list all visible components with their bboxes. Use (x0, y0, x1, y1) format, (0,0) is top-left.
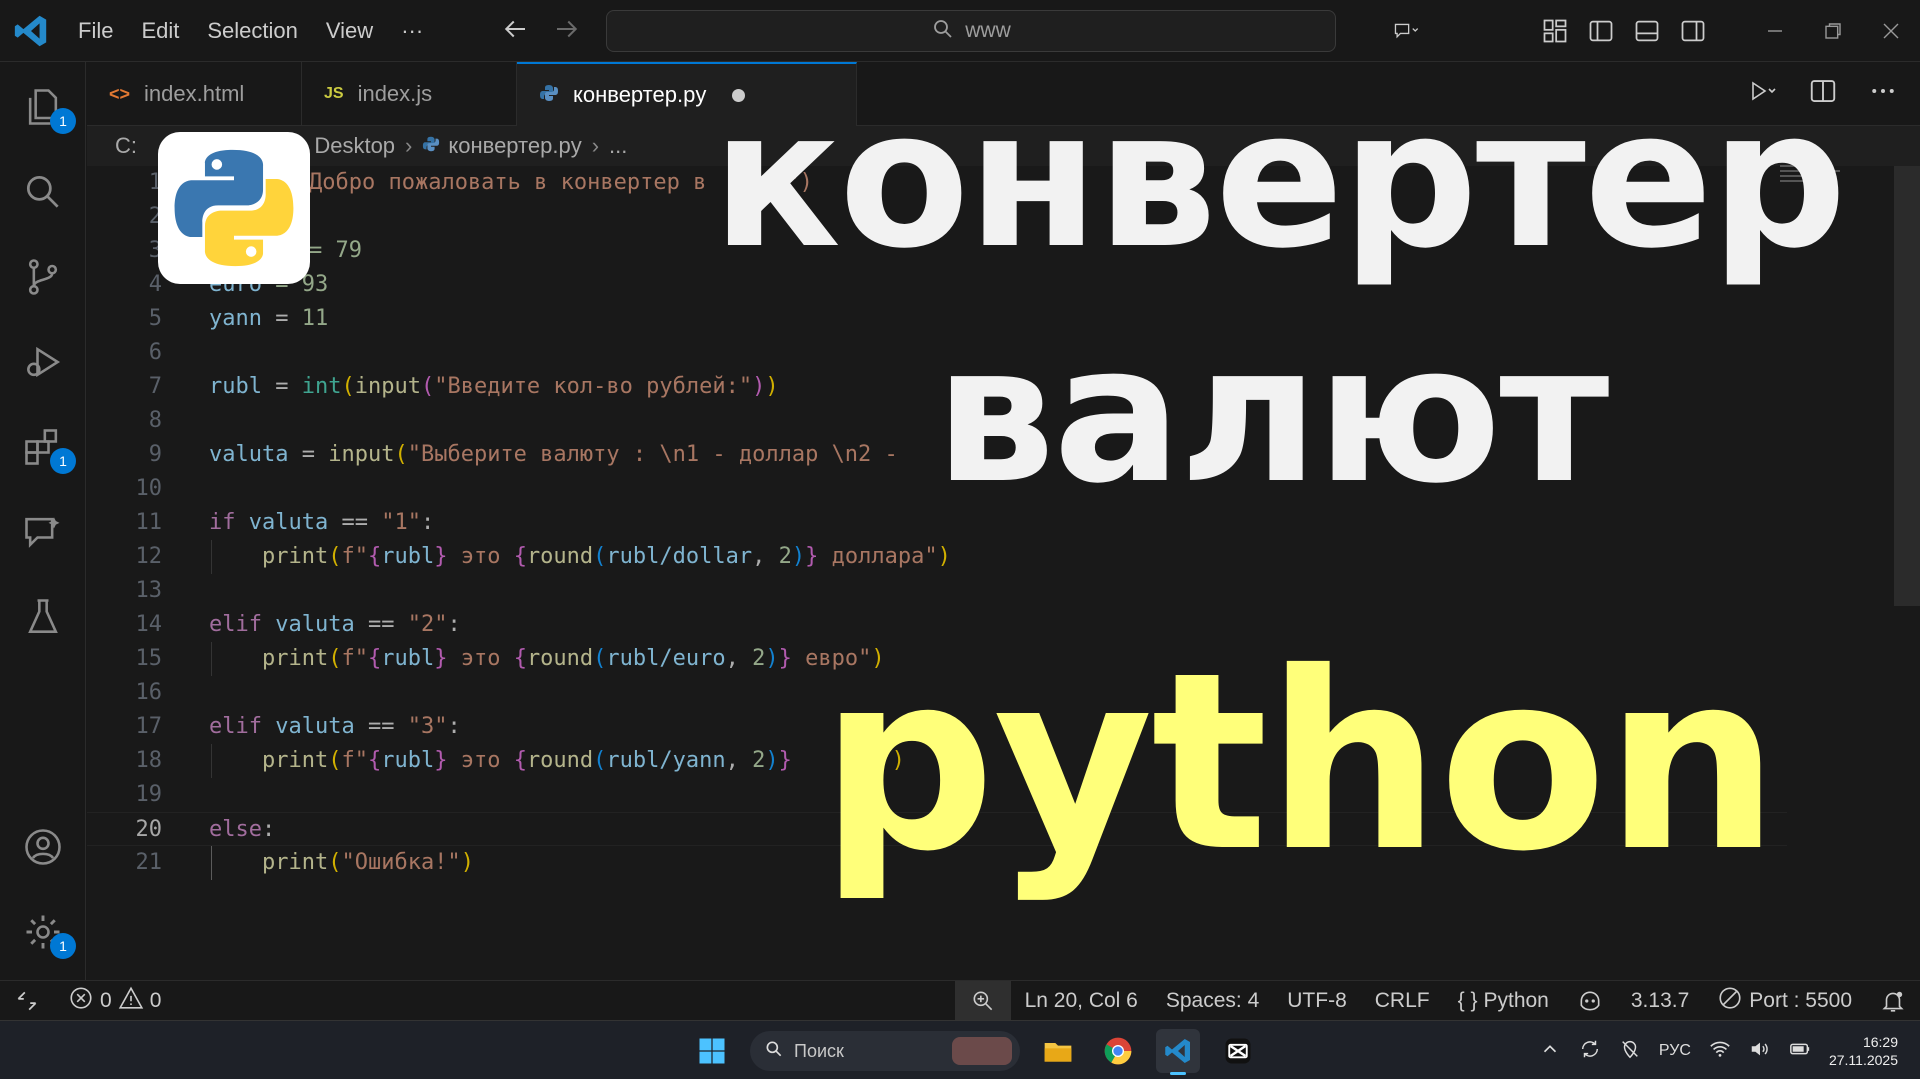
status-bar: 0 0 Ln 20, Col 6 Spaces: 4 UTF-8 CRLF { … (0, 980, 1920, 1021)
settings-badge: 1 (50, 933, 76, 959)
breadcrumb-symbol[interactable]: ... (609, 133, 627, 159)
tab-index-js[interactable]: JS index.js (302, 62, 517, 126)
customize-layout-icon[interactable] (1532, 8, 1578, 54)
extensions-icon[interactable]: 1 (18, 422, 76, 474)
clock-date: 27.11.2025 (1828, 1052, 1898, 1068)
code-line: 13 (135, 578, 163, 603)
search-view-icon[interactable] (18, 167, 68, 217)
accounts-icon[interactable] (18, 822, 68, 872)
search-text: www (965, 19, 1011, 42)
breadcrumb-file[interactable]: конвертер.py (448, 133, 581, 159)
restore-icon[interactable] (1804, 8, 1862, 54)
search-icon (764, 1039, 784, 1064)
explorer-badge: 1 (50, 108, 76, 134)
taskbar-search[interactable]: Поиск (750, 1031, 1020, 1071)
zoom-icon[interactable] (954, 980, 1011, 1021)
indentation[interactable]: Spaces: 4 (1152, 981, 1273, 1021)
activity-bar: 1 1 1 (0, 62, 86, 980)
error-icon (68, 985, 94, 1017)
menu-file[interactable]: File (64, 18, 127, 44)
error-count: 0 (100, 988, 112, 1012)
more-actions-icon[interactable] (1868, 76, 1898, 111)
search-icon (931, 17, 955, 46)
python-interpreter[interactable]: 3.13.7 (1617, 981, 1703, 1021)
breadcrumb-desktop[interactable]: Desktop (314, 133, 395, 159)
toggle-secondary-sidebar-icon[interactable] (1670, 8, 1716, 54)
menu-edit[interactable]: Edit (127, 18, 193, 44)
explorer-icon[interactable]: 1 (18, 82, 76, 134)
python-logo-icon (158, 132, 310, 284)
run-debug-icon[interactable] (18, 337, 68, 387)
breadcrumb-drive[interactable]: C: (115, 133, 137, 159)
python-file-icon (422, 133, 440, 159)
notifications-bell-icon[interactable] (1866, 981, 1920, 1021)
js-file-icon: JS (324, 85, 344, 102)
overlay-title-converter: конвертер (712, 69, 1847, 290)
chrome-icon[interactable] (1096, 1029, 1140, 1073)
editor-scrollbar[interactable] (1894, 166, 1920, 606)
vscode-logo-icon (12, 12, 50, 50)
windows-taskbar: Поиск РУС 16:29 27.11.2025 (0, 1020, 1920, 1079)
chevron-right-icon: › (405, 133, 413, 158)
copilot-icon[interactable] (1563, 981, 1617, 1021)
clock-time: 16:29 (1862, 1034, 1898, 1050)
file-explorer-icon[interactable] (1036, 1029, 1080, 1073)
battery-icon[interactable] (1789, 1038, 1811, 1065)
settings-gear-icon[interactable]: 1 (18, 907, 76, 959)
vscode-taskbar-icon[interactable] (1156, 1029, 1200, 1075)
toggle-panel-icon[interactable] (1624, 8, 1670, 54)
extensions-badge: 1 (50, 448, 76, 474)
system-tray: РУС 16:29 27.11.2025 (1539, 1027, 1898, 1075)
warning-icon (118, 985, 144, 1017)
title-bar: File Edit Selection View ··· www (0, 0, 1920, 62)
menu-bar: File Edit Selection View ··· (64, 0, 437, 62)
input-language[interactable]: РУС (1659, 1042, 1691, 1060)
chevron-right-icon: › (591, 133, 600, 158)
menu-selection[interactable]: Selection (193, 18, 312, 44)
close-window-icon[interactable] (1862, 8, 1920, 54)
location-off-icon[interactable] (1619, 1038, 1641, 1065)
copilot-chat-icon[interactable] (1372, 8, 1442, 54)
menu-view[interactable]: View (312, 18, 387, 44)
overlay-title-currencies: валют (935, 304, 1609, 525)
language-mode[interactable]: { } Python (1444, 981, 1563, 1021)
windows-start-icon[interactable] (690, 1029, 734, 1073)
tab-index-html[interactable]: <> index.html (87, 62, 302, 126)
forward-arrow-icon[interactable] (552, 14, 582, 49)
warning-count: 0 (149, 988, 162, 1012)
wifi-icon[interactable] (1709, 1038, 1731, 1065)
braces-icon: { } (1457, 988, 1478, 1012)
tab-label: index.html (144, 81, 245, 106)
back-arrow-icon[interactable] (500, 14, 530, 49)
overlay-title-python: python (820, 620, 1779, 905)
clock[interactable]: 16:29 27.11.2025 (1829, 1033, 1898, 1069)
menu-more[interactable]: ··· (387, 18, 437, 44)
taskbar-search-placeholder: Поиск (794, 1040, 844, 1061)
code-line: 12 print(f"{rubl} это {round(rubl/dollar… (87, 540, 1787, 574)
search-highlight-image (952, 1037, 1012, 1065)
testing-flask-icon[interactable] (18, 592, 68, 642)
problems-indicator[interactable]: 0 0 (54, 981, 175, 1021)
end-of-line[interactable]: CRLF (1361, 981, 1444, 1021)
python-file-icon (539, 83, 559, 108)
toggle-primary-sidebar-icon[interactable] (1578, 8, 1624, 54)
no-entry-icon (1717, 985, 1743, 1017)
sync-icon[interactable] (1579, 1038, 1601, 1065)
live-server-port[interactable]: Port : 5500 (1703, 981, 1866, 1021)
remote-indicator-icon[interactable] (0, 981, 54, 1021)
volume-icon[interactable] (1749, 1038, 1771, 1065)
tab-label: конвертер.py (573, 82, 707, 107)
tab-label: index.js (357, 81, 433, 106)
capcut-icon[interactable] (1216, 1029, 1260, 1073)
html-file-icon: <> (109, 83, 131, 104)
chat-icon[interactable] (18, 507, 68, 557)
cursor-position[interactable]: Ln 20, Col 6 (1011, 981, 1152, 1021)
source-control-icon[interactable] (18, 252, 68, 302)
file-encoding[interactable]: UTF-8 (1273, 981, 1361, 1021)
chevron-up-icon[interactable] (1539, 1038, 1561, 1065)
command-center-search[interactable]: www (606, 10, 1336, 52)
minimize-icon[interactable] (1746, 8, 1804, 54)
